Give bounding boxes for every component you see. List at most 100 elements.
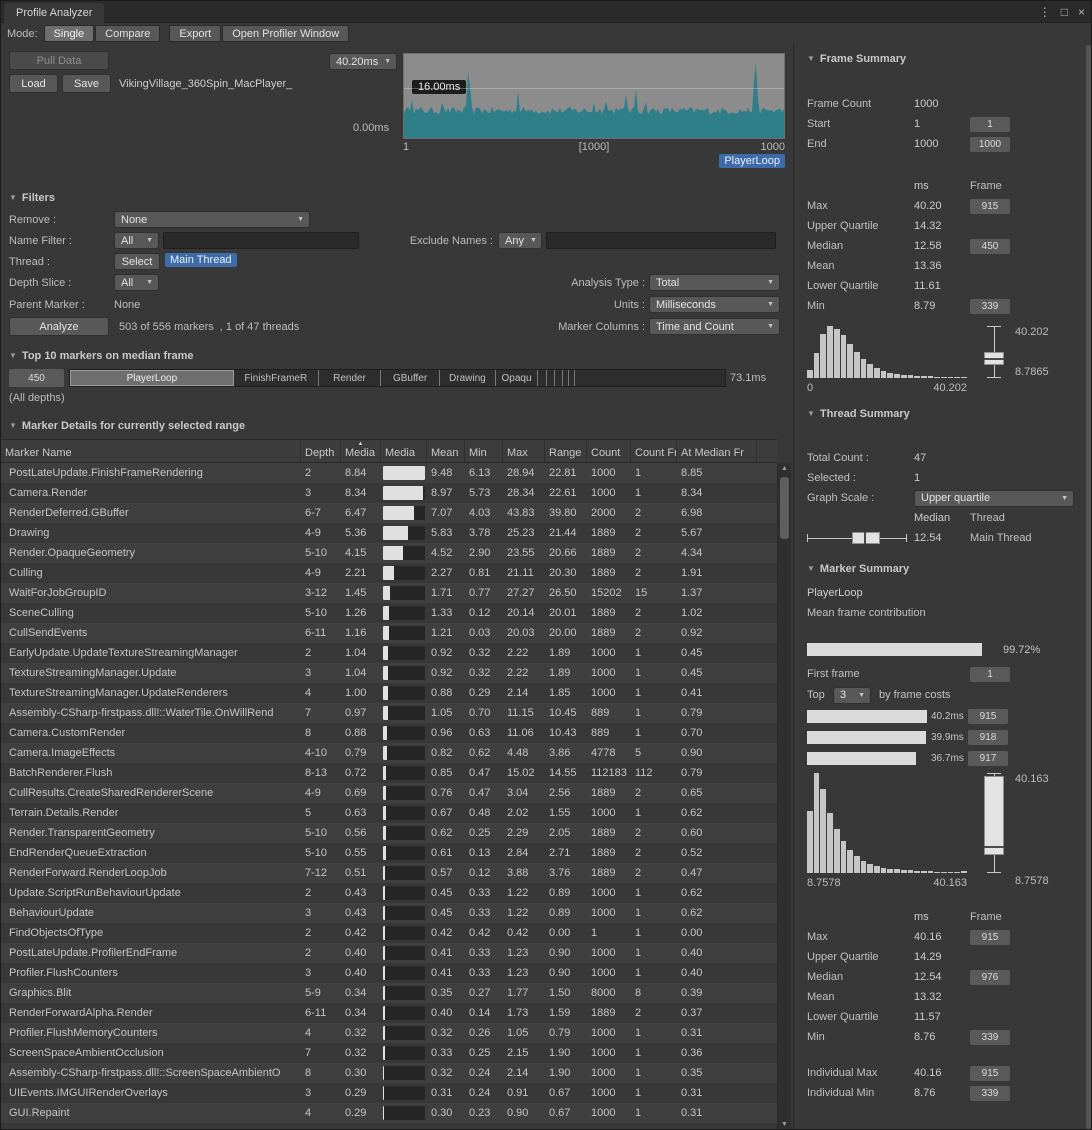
tab-profile-analyzer[interactable]: Profile Analyzer (4, 3, 104, 23)
table-row[interactable]: RenderForwardAlpha.Render6-110.340.400.1… (1, 1003, 777, 1023)
scroll-up-icon[interactable]: ▲ (778, 463, 791, 475)
column-header-at-median[interactable]: At Median Fr (677, 440, 757, 462)
table-row[interactable]: UIEvents.IMGUIRenderOverlays30.290.310.2… (1, 1083, 777, 1103)
thread-row[interactable]: 12.54 Main Thread (807, 528, 1085, 548)
table-row[interactable]: GUI.Repaint40.290.300.230.900.67100010.3… (1, 1103, 777, 1123)
median-frame-chip[interactable]: 450 (9, 369, 64, 387)
table-row[interactable]: Profiler.FlushMemoryCounters40.320.320.2… (1, 1023, 777, 1043)
table-row[interactable]: EarlyUpdate.UpdateTextureStreamingManage… (1, 643, 777, 663)
start-frame-chip[interactable]: 1 (970, 117, 1010, 132)
analyze-button[interactable]: Analyze (9, 317, 109, 336)
open-profiler-window-button[interactable]: Open Profiler Window (222, 25, 349, 42)
table-row[interactable]: Camera.CustomRender80.880.960.6311.0610.… (1, 723, 777, 743)
frame-link-chip[interactable]: 976 (970, 970, 1010, 985)
name-filter-input[interactable] (163, 232, 359, 249)
top10-segment[interactable] (547, 370, 555, 386)
top10-segment[interactable] (569, 370, 575, 386)
table-row[interactable]: RenderForward.RenderLoopJob7-120.510.570… (1, 863, 777, 883)
selected-marker-chip[interactable]: PlayerLoop (719, 154, 785, 168)
frame-link-chip[interactable]: 339 (970, 1030, 1010, 1045)
table-row[interactable]: ScreenSpaceAmbientOcclusion70.320.330.25… (1, 1043, 777, 1063)
top-count-dropdown[interactable]: 3 ▼ (833, 687, 871, 704)
graph-scale-dropdown[interactable]: Upper quartile ▼ (914, 490, 1074, 507)
frame-summary-header[interactable]: ▼Frame Summary (807, 53, 1085, 67)
table-scrollbar-thumb[interactable] (780, 477, 789, 539)
remove-dropdown[interactable]: None ▼ (114, 211, 310, 228)
units-dropdown[interactable]: Milliseconds ▼ (649, 296, 780, 313)
top10-segment[interactable] (555, 370, 562, 386)
frame-time-chart[interactable]: 16.00ms (403, 53, 785, 139)
table-row[interactable]: PostLateUpdate.FinishFrameRendering28.84… (1, 463, 777, 483)
column-header-count[interactable]: Count (587, 440, 631, 462)
frame-link-chip[interactable]: 339 (970, 299, 1010, 314)
table-row[interactable]: Render.OpaqueGeometry5-104.154.522.9023.… (1, 543, 777, 563)
table-row[interactable]: Render.TransparentGeometry5-100.560.620.… (1, 823, 777, 843)
table-row[interactable]: BatchRenderer.Flush8-130.720.850.4715.02… (1, 763, 777, 783)
top10-section-header[interactable]: ▼Top 10 markers on median frame (9, 350, 194, 362)
maximize-icon[interactable]: □ (1061, 5, 1068, 19)
column-header-median-bar[interactable]: Media (381, 440, 427, 462)
table-row[interactable]: Terrain.Details.Render50.630.670.482.021… (1, 803, 777, 823)
selected-thread-chip[interactable]: Main Thread (165, 253, 237, 267)
top10-segment[interactable]: Drawing (440, 370, 496, 386)
top10-segment[interactable]: FinishFrameR (234, 370, 319, 386)
menu-icon[interactable]: ⋮ (1039, 5, 1051, 19)
column-header-count-frame[interactable]: Count Fra (631, 440, 677, 462)
table-row[interactable]: PostLateUpdate.ProfilerEndFrame20.400.41… (1, 943, 777, 963)
analysis-type-dropdown[interactable]: Total ▼ (649, 274, 780, 291)
top10-segment[interactable]: Render (319, 370, 381, 386)
table-row[interactable]: Camera.Render38.348.975.7328.3422.611000… (1, 483, 777, 503)
column-header-min[interactable]: Min (465, 440, 503, 462)
table-row[interactable]: Graphics.Blit5-90.340.350.271.771.508000… (1, 983, 777, 1003)
top10-segment[interactable]: Opaqu (496, 370, 539, 386)
close-icon[interactable]: × (1078, 5, 1085, 19)
frame-link-chip[interactable]: 915 (970, 930, 1010, 945)
thread-select-button[interactable]: Select (114, 253, 160, 270)
table-row[interactable]: Profiler.FlushCounters30.400.410.331.230… (1, 963, 777, 983)
load-button[interactable]: Load (9, 74, 58, 93)
frame-link-chip[interactable]: 339 (970, 1086, 1010, 1101)
table-row[interactable]: TextureStreamingManager.UpdateRenderers4… (1, 683, 777, 703)
pull-data-button[interactable]: Pull Data (9, 51, 109, 70)
frame-link-chip[interactable]: 918 (968, 730, 1008, 745)
top10-segment[interactable] (538, 370, 547, 386)
table-scrollbar[interactable]: ▲ ▼ (777, 463, 791, 1130)
table-row[interactable]: Assembly-CSharp-firstpass.dll!::WaterTil… (1, 703, 777, 723)
filters-section-header[interactable]: ▼Filters (9, 192, 55, 204)
frame-link-chip[interactable]: 917 (968, 751, 1008, 766)
table-row[interactable]: EndRenderQueueExtraction5-100.550.610.13… (1, 843, 777, 863)
table-row[interactable]: Camera.ImageEffects4-100.790.820.624.483… (1, 743, 777, 763)
marker-columns-dropdown[interactable]: Time and Count ▼ (649, 318, 780, 335)
end-frame-chip[interactable]: 1000 (970, 137, 1010, 152)
table-row[interactable]: Assembly-CSharp-firstpass.dll!::ScreenSp… (1, 1063, 777, 1083)
table-row[interactable]: Drawing4-95.365.833.7825.2321.44188925.6… (1, 523, 777, 543)
depth-slice-dropdown[interactable]: All ▼ (114, 274, 159, 291)
chart-scale-dropdown[interactable]: 40.20ms ▼ (329, 53, 397, 70)
first-frame-chip[interactable]: 1 (970, 667, 1010, 682)
table-row[interactable]: FindObjectsOfType20.420.420.420.420.0011… (1, 923, 777, 943)
table-row[interactable]: TextureStreamingManager.Update31.040.920… (1, 663, 777, 683)
top10-segment[interactable]: GBuffer (381, 370, 440, 386)
export-button[interactable]: Export (169, 25, 221, 42)
column-header-name[interactable]: Marker Name (1, 440, 301, 462)
mode-compare-button[interactable]: Compare (95, 25, 160, 42)
marker-summary-header[interactable]: ▼Marker Summary (807, 563, 1085, 577)
mode-single-button[interactable]: Single (44, 25, 95, 42)
save-button[interactable]: Save (62, 74, 111, 93)
top10-bar[interactable]: PlayerLoopFinishFrameRRenderGBufferDrawi… (69, 369, 726, 387)
frame-link-chip[interactable]: 450 (970, 239, 1010, 254)
frame-link-chip[interactable]: 915 (968, 709, 1008, 724)
name-filter-scope-dropdown[interactable]: All ▼ (114, 232, 159, 249)
exclude-scope-dropdown[interactable]: Any ▼ (498, 232, 542, 249)
table-row[interactable]: CullSendEvents6-111.161.210.0320.0320.00… (1, 623, 777, 643)
column-header-median[interactable]: Media▲ (341, 440, 381, 462)
table-row[interactable]: BehaviourUpdate30.430.450.331.220.891000… (1, 903, 777, 923)
column-header-mean[interactable]: Mean (427, 440, 465, 462)
frame-link-chip[interactable]: 915 (970, 1066, 1010, 1081)
scroll-down-icon[interactable]: ▼ (778, 1119, 791, 1130)
marker-details-header[interactable]: ▼Marker Details for currently selected r… (9, 420, 245, 432)
top10-segment[interactable]: PlayerLoop (70, 370, 234, 386)
column-header-max[interactable]: Max (503, 440, 545, 462)
frame-link-chip[interactable]: 915 (970, 199, 1010, 214)
table-row[interactable]: CullResults.CreateSharedRendererScene4-9… (1, 783, 777, 803)
